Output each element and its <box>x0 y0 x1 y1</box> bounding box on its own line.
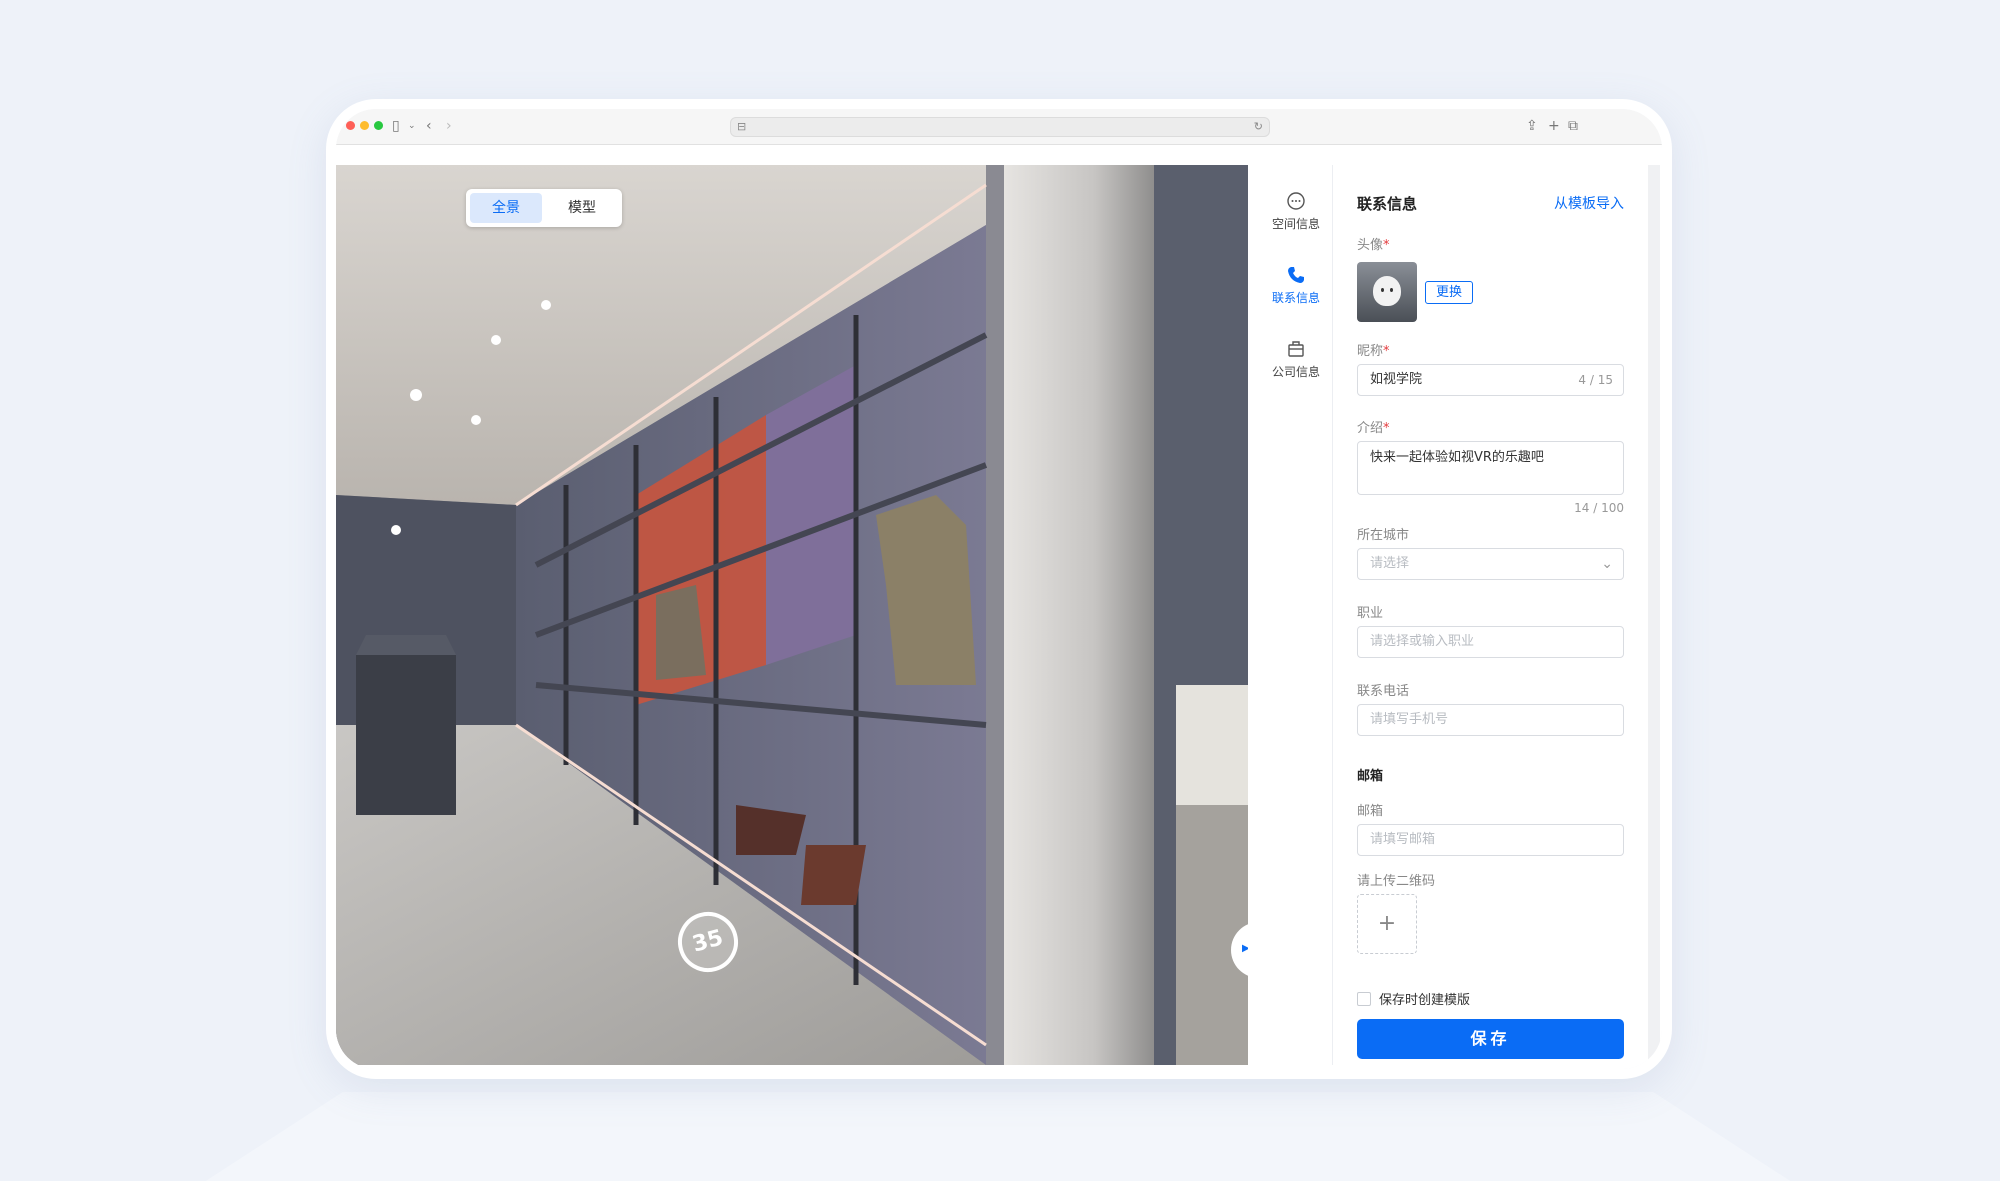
new-tab-icon[interactable]: + <box>1548 118 1560 134</box>
sidebar-item-label: 空间信息 <box>1271 217 1320 231</box>
import-from-template-link[interactable]: 从模板导入 <box>1554 193 1624 213</box>
city-label: 所在城市 <box>1357 528 1410 543</box>
minimize-window-icon[interactable] <box>360 121 369 130</box>
panorama-viewer[interactable]: 全景 模型 35 ▶ <box>336 165 1248 1065</box>
forward-icon[interactable]: › <box>446 118 452 134</box>
back-icon[interactable]: ‹ <box>426 118 432 134</box>
email-label: 邮箱 <box>1357 804 1384 819</box>
close-window-icon[interactable] <box>346 121 355 130</box>
view-toggle: 全景 模型 <box>466 189 622 227</box>
nickname-label: 昵称* <box>1357 344 1390 359</box>
device-base <box>158 1092 1838 1181</box>
tab-model[interactable]: 模型 <box>546 193 618 223</box>
qr-upload-button[interactable]: + <box>1357 894 1417 954</box>
sidebar-item-company[interactable]: 公司信息 <box>1259 339 1333 380</box>
sidebar-item-label: 联系信息 <box>1271 291 1320 305</box>
city-select[interactable]: 请选择 ⌄ <box>1357 548 1624 580</box>
avatar-label: 头像* <box>1357 238 1390 253</box>
share-icon[interactable]: ⇪ <box>1526 118 1538 134</box>
job-field[interactable]: 请选择或输入职业 <box>1357 626 1624 658</box>
reload-icon[interactable]: ↻ <box>1254 120 1263 133</box>
phone-icon <box>1288 267 1304 283</box>
browser-window: ▯ ⌄ ‹ › ⊟ ↻ ⇪ + ⧉ 全景 模型 35 ▶ 空间信息 联系信息 公… <box>336 109 1662 1069</box>
intro-textarea[interactable]: 快来一起体验如视VR的乐趣吧 <box>1357 441 1624 495</box>
maximize-window-icon[interactable] <box>374 121 383 130</box>
address-bar[interactable]: ⊟ ↻ <box>730 117 1270 137</box>
sidebar-item-label: 公司信息 <box>1271 365 1320 379</box>
save-template-checkbox[interactable]: 保存时创建模版 <box>1357 989 1470 1008</box>
chevron-down-icon: ⌄ <box>1601 556 1613 572</box>
email-field[interactable]: 请填写邮箱 <box>1357 824 1624 856</box>
scrollbar[interactable] <box>1648 165 1660 1065</box>
sidebar-item-contact[interactable]: 联系信息 <box>1259 265 1333 306</box>
chat-dots-icon <box>1287 192 1305 210</box>
checkbox-icon[interactable] <box>1357 992 1371 1006</box>
intro-label: 介绍* <box>1357 421 1390 436</box>
nickname-field[interactable]: 如视学院 4 / 15 <box>1357 364 1624 396</box>
job-label: 职业 <box>1357 606 1384 621</box>
save-button[interactable]: 保存 <box>1357 1019 1624 1059</box>
browser-titlebar: ▯ ⌄ ‹ › ⊟ ↻ ⇪ + ⧉ <box>336 109 1662 145</box>
page-settings-icon[interactable]: ⊟ <box>737 120 746 133</box>
tabs-overview-icon[interactable]: ⧉ <box>1568 118 1578 134</box>
email-section-title: 邮箱 <box>1357 769 1384 784</box>
panorama-image <box>336 165 1248 1065</box>
char-count: 4 / 15 <box>1578 373 1613 387</box>
sidebar-toggle-icon[interactable]: ▯ <box>392 118 400 134</box>
panel-title: 联系信息 <box>1357 195 1418 213</box>
phone-label: 联系电话 <box>1357 684 1410 699</box>
contact-panel: 联系信息 从模板导入 头像* 更换 昵称* 如视学院 4 / 15 介绍* 快来… <box>1333 165 1648 1065</box>
caret-right-icon: ▶ <box>1242 943 1248 954</box>
sidebar-item-space[interactable]: 空间信息 <box>1259 191 1333 232</box>
device-frame: ▯ ⌄ ‹ › ⊟ ↻ ⇪ + ⧉ 全景 模型 35 ▶ 空间信息 联系信息 公… <box>326 99 1672 1079</box>
change-avatar-button[interactable]: 更换 <box>1425 281 1473 304</box>
intro-char-count: 14 / 100 <box>1574 501 1624 515</box>
avatar <box>1357 262 1417 322</box>
settings-sidebar: 空间信息 联系信息 公司信息 <box>1259 165 1333 1065</box>
phone-field[interactable]: 请填写手机号 <box>1357 704 1624 736</box>
chevron-down-icon[interactable]: ⌄ <box>408 118 416 134</box>
qr-label: 请上传二维码 <box>1357 874 1436 889</box>
tab-panorama[interactable]: 全景 <box>470 193 542 223</box>
building-icon <box>1288 341 1304 357</box>
app-content: 全景 模型 35 ▶ 空间信息 联系信息 公司信息 联系信息 从模板导入 头像*… <box>336 145 1662 1069</box>
plus-icon: + <box>1377 911 1397 936</box>
